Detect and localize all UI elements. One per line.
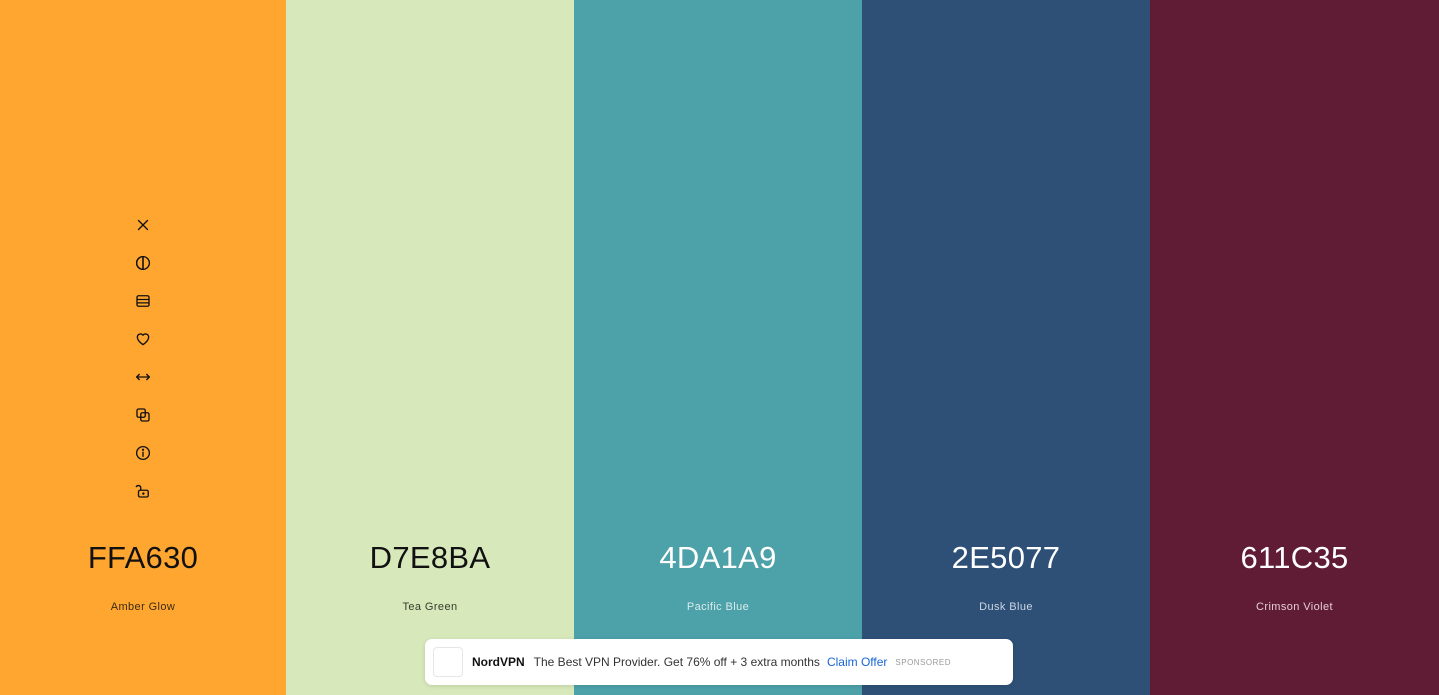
unlock-icon: [135, 484, 149, 498]
drag-arrows-icon: [135, 373, 151, 381]
remove-color-button[interactable]: [124, 206, 162, 244]
advertiser-logo: [433, 647, 463, 677]
color-info-button[interactable]: [124, 434, 162, 472]
color-name[interactable]: Crimson Violet: [1150, 601, 1439, 613]
save-color-button[interactable]: [124, 320, 162, 358]
color-name[interactable]: Dusk Blue: [862, 601, 1150, 613]
color-name[interactable]: Tea Green: [286, 601, 574, 613]
swatch-toolbar: [0, 206, 286, 510]
heart-icon: [136, 333, 150, 346]
copy-icon: [136, 408, 150, 422]
swatch-1[interactable]: FFA630 Amber Glow: [0, 0, 286, 695]
hex-code[interactable]: D7E8BA: [286, 540, 574, 576]
view-shades-button[interactable]: [124, 244, 162, 282]
ad-brand: NordVPN: [472, 655, 525, 669]
hex-code[interactable]: 4DA1A9: [574, 540, 862, 576]
close-icon: [137, 219, 149, 231]
color-name[interactable]: Amber Glow: [0, 601, 286, 613]
color-palette: FFA630 Amber Glow D7E8BA Tea Green 4DA1A…: [0, 0, 1439, 695]
sponsored-banner[interactable]: NordVPN The Best VPN Provider. Get 76% o…: [425, 639, 1013, 685]
lock-color-button[interactable]: [124, 472, 162, 510]
hex-code[interactable]: 611C35: [1150, 540, 1439, 576]
hex-code[interactable]: FFA630: [0, 540, 286, 576]
view-variants-button[interactable]: [124, 282, 162, 320]
swatch-4[interactable]: 2E5077 Dusk Blue: [862, 0, 1150, 695]
swatch-3[interactable]: 4DA1A9 Pacific Blue: [574, 0, 862, 695]
ad-text: The Best VPN Provider. Get 76% off + 3 e…: [533, 655, 820, 669]
info-icon: [135, 445, 151, 461]
hex-code[interactable]: 2E5077: [862, 540, 1150, 576]
sponsored-tag: SPONSORED: [895, 657, 952, 667]
claim-offer-link[interactable]: Claim Offer: [827, 655, 887, 669]
contrast-icon: [135, 255, 151, 271]
swatch-2[interactable]: D7E8BA Tea Green: [286, 0, 574, 695]
color-name[interactable]: Pacific Blue: [574, 601, 862, 613]
shades-icon: [136, 295, 150, 307]
drag-color-button[interactable]: [124, 358, 162, 396]
swatch-5[interactable]: 611C35 Crimson Violet: [1150, 0, 1439, 695]
copy-hex-button[interactable]: [124, 396, 162, 434]
